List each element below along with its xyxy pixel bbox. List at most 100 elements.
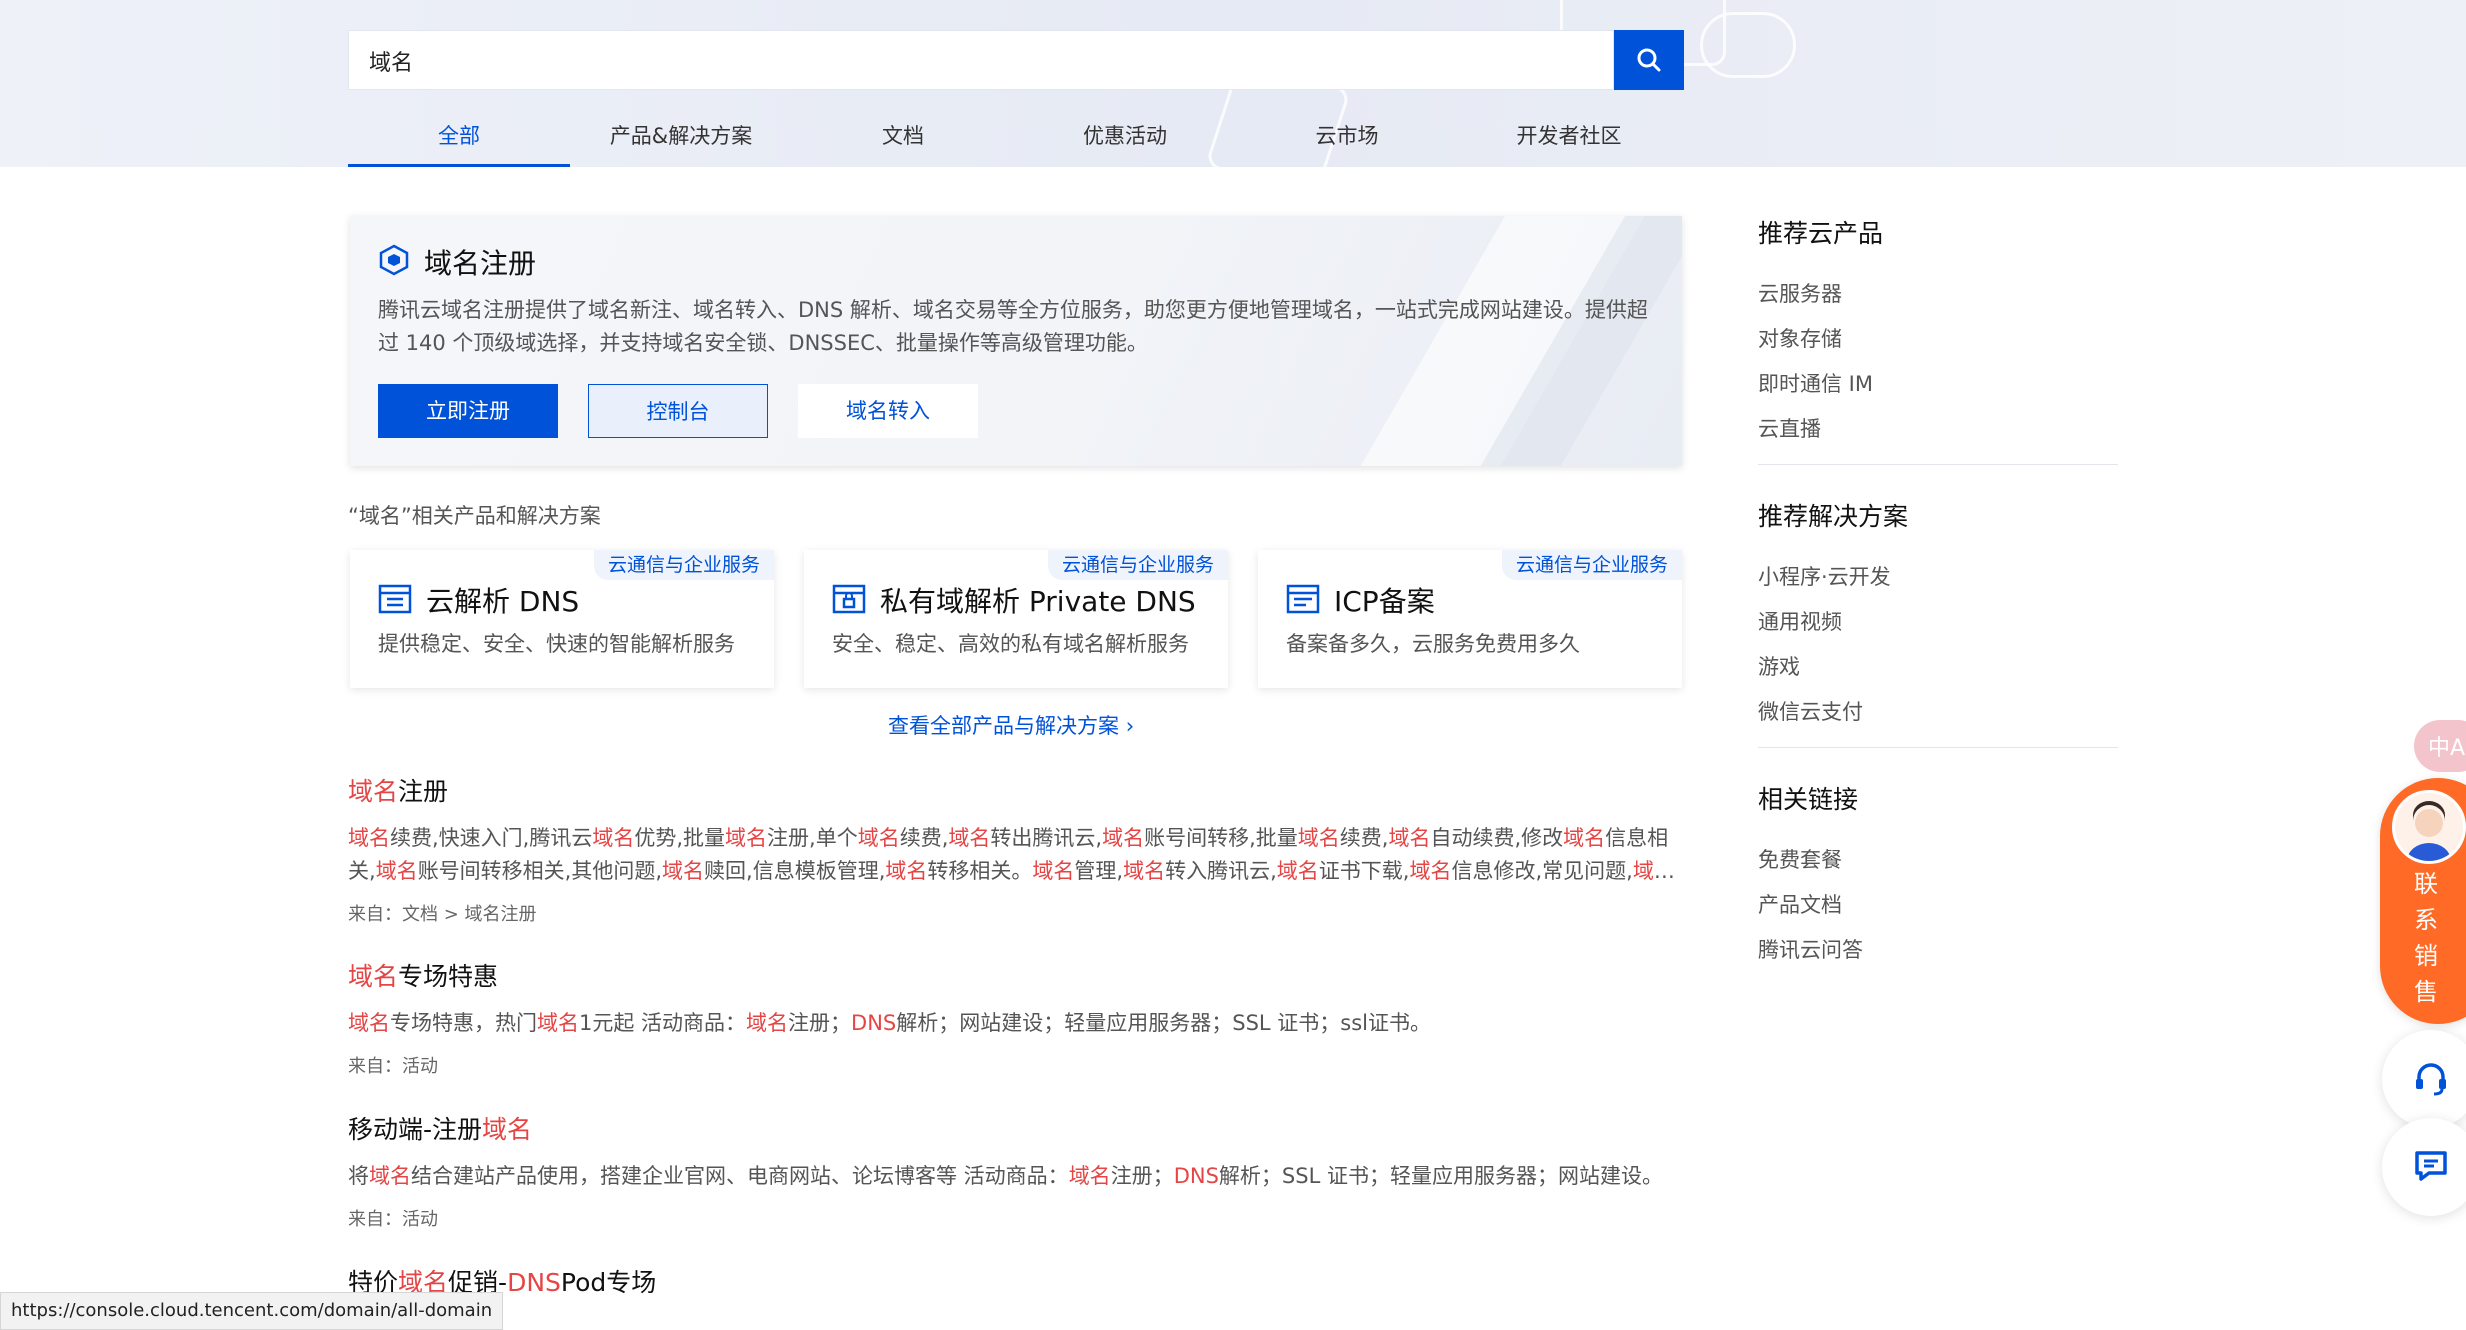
tab-promotions[interactable]: 优惠活动 [1014, 116, 1236, 167]
domain-transfer-button[interactable]: 域名转入 [798, 384, 978, 438]
highlighted-term: 域名 [1563, 826, 1606, 850]
divider [1758, 464, 2118, 465]
text-segment: 注册 [398, 777, 449, 806]
text-segment: 转出腾讯云, [990, 826, 1103, 850]
highlighted-term: 域名 [375, 859, 418, 883]
sales-char: 联 [2414, 870, 2438, 898]
product-title: ICP备案 [1334, 585, 1435, 618]
translate-button[interactable]: 中A [2414, 720, 2466, 772]
highlighted-term: 域名 [1068, 1164, 1111, 1188]
search-input[interactable] [367, 31, 1571, 91]
sidebar-item[interactable]: 微信云支付 [1758, 690, 2118, 735]
sidebar-item[interactable]: 产品文档 [1758, 883, 2118, 928]
sidebar-item[interactable]: 云服务器 [1758, 272, 2118, 317]
tab-developer-community[interactable]: 开发者社区 [1458, 116, 1680, 167]
highlighted-term: 域名 [348, 777, 399, 806]
tab-products-solutions[interactable]: 产品&解决方案 [570, 116, 792, 167]
sidebar-item[interactable]: 通用视频 [1758, 600, 2118, 645]
sidebar-item[interactable]: 云直播 [1758, 407, 2118, 452]
console-button[interactable]: 控制台 [588, 384, 768, 438]
text-segment: 注册； [788, 1011, 852, 1035]
sidebar-item[interactable]: 腾讯云问答 [1758, 928, 2118, 973]
domain-cube-icon [379, 244, 409, 276]
text-segment: 专场特惠 [398, 962, 499, 991]
highlighted-term: 域名 [1297, 826, 1340, 850]
sidebar-item[interactable]: 对象存储 [1758, 317, 2118, 362]
text-segment: 1元起 活动商品： [579, 1011, 747, 1035]
text-segment: 信息修改,常见问题, [1451, 859, 1633, 883]
sidebar-section-title: 推荐解决方案 [1758, 502, 1909, 531]
sidebar-section-related-links: 相关链接 免费套餐 产品文档 腾讯云问答 [1758, 780, 2118, 973]
result-title[interactable]: 域名专场特惠 [348, 957, 1678, 993]
sidebar-item[interactable]: 免费套餐 [1758, 838, 2118, 883]
sidebar-item[interactable]: 小程序·云开发 [1758, 555, 2118, 600]
product-card-dns[interactable]: 云通信与企业服务 云解析 DNS 提供稳定、安全、快速的智能解析服务 [350, 550, 774, 688]
text-segment: 解析；SSL 证书；轻量应用服务器；网站建设。 [1218, 1164, 1663, 1188]
text-segment: 解析；网站建设；轻量应用服务器；SSL 证书；ssl证书。 [896, 1011, 1432, 1035]
product-tag: 云通信与企业服务 [1501, 550, 1682, 580]
sidebar-section-recommended-solutions: 推荐解决方案 小程序·云开发 通用视频 游戏 微信云支付 [1758, 497, 2118, 735]
status-bar-url: https://console.cloud.tencent.com/domain… [0, 1292, 504, 1330]
sidebar-item[interactable]: 游戏 [1758, 645, 2118, 690]
agent-avatar-icon [2395, 793, 2463, 861]
text-segment: 专场特惠，热门 [390, 1011, 537, 1035]
highlighted-term: 域名 [885, 859, 928, 883]
text-segment: 转移相关。 [927, 859, 1033, 883]
tab-all[interactable]: 全部 [348, 116, 570, 167]
search-button[interactable] [1614, 30, 1684, 90]
highlighted-term: 域名 [348, 1011, 390, 1035]
highlighted-term: 域名 [1032, 859, 1075, 883]
sidebar-section-title: 相关链接 [1758, 785, 1859, 814]
sales-char: 系 [2414, 906, 2438, 934]
highlighted-term: 域名 [348, 962, 399, 991]
text-segment: 结合建站产品使用，搭建企业官网、电商网站、论坛博客等 活动商品： [411, 1164, 1069, 1188]
result-title[interactable]: 域名注册 [348, 772, 1678, 808]
text-segment: 将 [348, 1164, 369, 1188]
chat-icon [2415, 1151, 2447, 1181]
customer-service-button[interactable] [2382, 1030, 2466, 1128]
result-description: 将域名结合建站产品使用，搭建企业官网、电商网站、论坛博客等 活动商品：域名注册；… [348, 1160, 1678, 1193]
highlighted-term: 域名 [725, 826, 768, 850]
highlighted-term: 域名 [482, 1115, 533, 1144]
highlighted-term: DNS [851, 1011, 897, 1035]
product-desc: 备案备多久，云服务免费用多久 [1286, 632, 1580, 656]
sidebar-section-title: 推荐云产品 [1758, 219, 1884, 248]
hero-card: 域名注册 腾讯云域名注册提供了域名新注、域名转入、DNS 解析、域名交易等全方位… [350, 216, 1682, 466]
header-banner: 全部 产品&解决方案 文档 优惠活动 云市场 开发者社区 [0, 0, 2466, 167]
contact-sales-label: 联 系 销 售 [2380, 866, 2466, 1010]
text-segment: 续费,快速入门,腾讯云 [390, 826, 593, 850]
view-all-products-link[interactable]: 查看全部产品与解决方案 › [888, 710, 1134, 740]
result-title[interactable]: 特价域名促销-DNSPod专场 [348, 1263, 1678, 1299]
product-title: 私有域解析 Private DNS [880, 585, 1196, 618]
contact-sales-widget[interactable]: 联 系 销 售 [2380, 778, 2466, 1024]
text-segment: 赎回,信息模板管理, [704, 859, 886, 883]
product-tag: 云通信与企业服务 [593, 550, 774, 580]
sales-char: 售 [2414, 978, 2438, 1006]
text-segment: 优势,批量 [634, 826, 726, 850]
tab-marketplace[interactable]: 云市场 [1236, 116, 1458, 167]
headset-icon [2416, 1063, 2446, 1096]
sidebar-section-recommended-products: 推荐云产品 云服务器 对象存储 即时通信 IM 云直播 [1758, 214, 2118, 452]
search-result: 移动端-注册域名 将域名结合建站产品使用，搭建企业官网、电商网站、论坛博客等 活… [348, 1110, 1678, 1231]
tab-docs[interactable]: 文档 [792, 116, 1014, 167]
register-now-button[interactable]: 立即注册 [378, 384, 558, 438]
highlighted-term: 域名 [662, 859, 705, 883]
hero-title: 域名注册 [424, 247, 537, 280]
highlighted-term: 域名 [1388, 826, 1431, 850]
result-source: 来自：活动 [348, 1056, 438, 1077]
feedback-button[interactable] [2382, 1118, 2466, 1216]
highlighted-term: 域名 [948, 826, 991, 850]
text-segment: 续费, [899, 826, 949, 850]
product-card-private-dns[interactable]: 云通信与企业服务 私有域解析 Private DNS 安全、稳定、高效的私有域名… [804, 550, 1228, 688]
sidebar-item[interactable]: 即时通信 IM [1758, 362, 2118, 407]
result-description: 域名续费,快速入门,腾讯云域名优势,批量域名注册,单个域名续费,域名转出腾讯云,… [348, 822, 1678, 888]
private-dns-icon [832, 584, 866, 614]
highlighted-term: DNS [507, 1268, 561, 1297]
highlighted-term: DNS [1173, 1164, 1219, 1188]
product-card-icp[interactable]: 云通信与企业服务 ICP备案 备案备多久，云服务免费用多久 [1258, 550, 1682, 688]
text-segment: 管理, [1074, 859, 1124, 883]
related-section-title: “域名”相关产品和解决方案 [348, 504, 601, 528]
result-source: 来自：文档 > 域名注册 [348, 904, 537, 925]
result-title[interactable]: 移动端-注册域名 [348, 1110, 1678, 1146]
result-description: 域名专场特惠，热门域名1元起 活动商品：域名注册；DNS解析；网站建设；轻量应用… [348, 1007, 1678, 1040]
